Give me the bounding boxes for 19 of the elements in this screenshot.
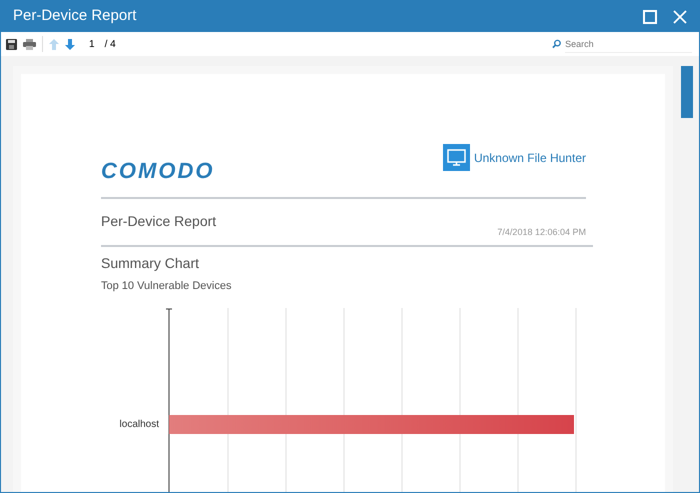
chart-subtitle: Top 10 Vulnerable Devices — [101, 279, 232, 294]
next-page-icon[interactable] — [65, 38, 75, 50]
product-name: Unknown File Hunter — [474, 150, 586, 166]
print-icon[interactable] — [23, 38, 36, 50]
search-icon — [552, 39, 562, 49]
close-button[interactable] — [673, 10, 687, 24]
save-icon[interactable] — [6, 38, 17, 50]
report-date: 7/4/2018 12:06:04 PM — [497, 226, 586, 239]
bar-label: localhost — [118, 418, 160, 432]
monitor-icon — [442, 144, 470, 171]
section-title: Summary Chart — [101, 254, 200, 273]
window-title: Per-Device Report — [13, 6, 138, 26]
logo: COMODO — [101, 157, 214, 185]
page-total: / 4 — [104, 38, 116, 52]
scrollbar-thumb[interactable] — [681, 66, 693, 118]
maximize-button[interactable] — [643, 10, 657, 24]
search-field[interactable]: Search — [565, 35, 692, 53]
page-number: 1 — [89, 38, 95, 52]
report-title: Per-Device Report — [101, 212, 216, 231]
